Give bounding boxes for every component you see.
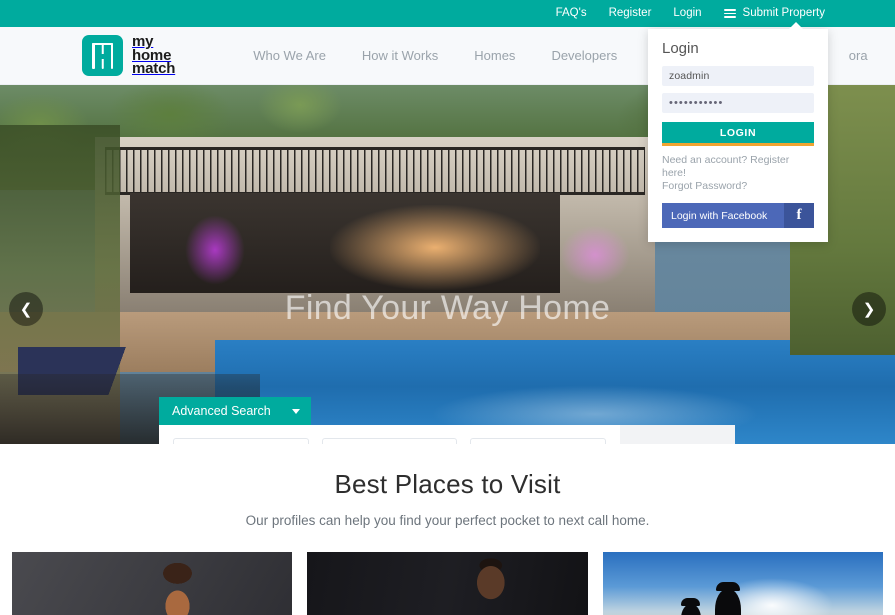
card-construction-workers[interactable] — [602, 552, 883, 615]
logo-line-3: match — [132, 60, 176, 78]
nav-item-developers[interactable]: Developers — [551, 48, 617, 63]
section-subtitle: Our profiles can help you find your perf… — [245, 513, 650, 528]
nav-item-who-we-are[interactable]: Who We Are — [253, 48, 326, 63]
chevron-left-icon[interactable]: ❮ — [9, 292, 43, 326]
city-select[interactable]: All Cities — [321, 438, 458, 444]
chevron-right-icon[interactable]: ❯ — [852, 292, 886, 326]
card-smiling-woman[interactable] — [12, 552, 293, 615]
submit-property-label: Submit Property — [742, 6, 825, 19]
section-heading: Best Places to Visit — [334, 469, 561, 499]
card-businessman[interactable] — [307, 552, 588, 615]
facebook-login-button[interactable]: Login with Facebook f — [662, 203, 814, 228]
nav-item-homes[interactable]: Homes — [474, 48, 515, 63]
nav-item-how-it-works[interactable]: How it Works — [362, 48, 438, 63]
login-link[interactable]: Login — [673, 7, 701, 20]
password-input[interactable]: ••••••••••• — [662, 93, 814, 113]
facebook-login-label: Login with Facebook — [662, 203, 784, 228]
submit-property-link[interactable]: Submit Property — [723, 6, 825, 21]
advanced-search-toggle[interactable]: Advanced Search — [159, 397, 311, 425]
faqs-link[interactable]: FAQ's — [556, 7, 587, 20]
book-logo-icon — [82, 35, 123, 76]
best-places-section: Best Places to Visit Our profiles can he… — [0, 444, 895, 615]
register-here-link[interactable]: Need an account? Register here! — [662, 154, 814, 180]
type-select[interactable]: All Types — [173, 438, 309, 444]
login-panel-title: Login — [662, 40, 699, 57]
places-card-grid — [0, 552, 895, 615]
advanced-search-panel: Advanced Search All Types All Cities All… — [159, 397, 735, 444]
facebook-f-icon: f — [784, 203, 814, 228]
hamburger-icon — [723, 7, 736, 21]
register-link[interactable]: Register — [609, 7, 652, 20]
login-dropdown-panel: Login zoadmin ••••••••••• LOGIN Need an … — [648, 22, 828, 242]
login-helper-links: Need an account? Register here! Forgot P… — [662, 154, 814, 193]
logo-wordmark: my home match — [132, 35, 175, 76]
top-utility-bar: FAQ's Register Login Submit Property — [0, 0, 895, 27]
area-select[interactable]: All Areas — [470, 438, 607, 444]
chevron-down-icon — [292, 408, 300, 414]
search-properties-button[interactable]: SEARCH PROPERTIES — [620, 425, 735, 444]
search-fields-group: All Types All Cities All Areas Type Bedr… — [159, 425, 620, 444]
search-form: All Types All Cities All Areas Type Bedr… — [159, 425, 735, 444]
login-submit-button[interactable]: LOGIN — [662, 122, 814, 146]
site-logo[interactable]: my home match — [82, 35, 175, 76]
advanced-search-label: Advanced Search — [172, 404, 271, 418]
nav-item-diaspora[interactable]: ora — [849, 48, 868, 63]
forgot-password-link[interactable]: Forgot Password? — [662, 180, 814, 193]
username-input[interactable]: zoadmin — [662, 66, 814, 86]
